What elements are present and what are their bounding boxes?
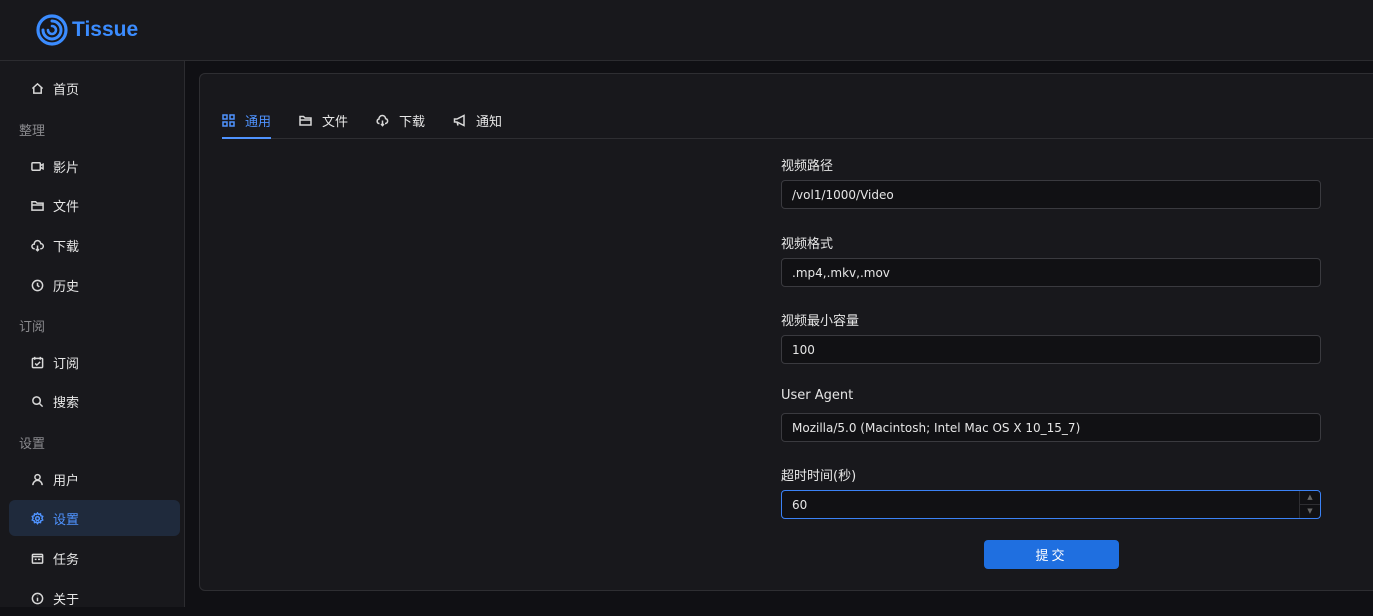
sidebar-group-label: 整理 (19, 124, 46, 139)
sidebar-item-files[interactable]: 文件 (9, 187, 180, 223)
stepper-up-icon[interactable]: ▲ (1300, 491, 1320, 505)
sidebar-item-tasks[interactable]: 任务 (9, 540, 180, 576)
tab-files[interactable]: 文件 (299, 102, 348, 138)
sidebar-group-label: 订阅 (19, 320, 46, 335)
tab-label: 文件 (322, 114, 349, 130)
settings-tabs: 通用 文件 下载 通知 (222, 102, 1373, 139)
sidebar: 首页 整理 影片 文件 下载 历史 订阅 订阅 搜索 设置 用户 设置 任务 关… (0, 61, 185, 608)
sidebar-item-videos[interactable]: 影片 (9, 148, 180, 184)
video-path-input[interactable]: /vol1/1000/Video (781, 180, 1321, 209)
sidebar-item-label: 文件 (53, 199, 80, 215)
tab-label: 通知 (476, 114, 503, 130)
app-name: Tissue (72, 18, 139, 41)
video-format-label: 视频格式 (781, 237, 834, 252)
video-path-label: 视频路径 (781, 159, 834, 174)
tab-notify[interactable]: 通知 (453, 102, 502, 138)
sidebar-item-history[interactable]: 历史 (9, 267, 180, 303)
active-tab-indicator (222, 137, 271, 139)
folder-icon (30, 198, 44, 212)
app-logo[interactable]: Tissue (35, 13, 138, 47)
search-icon (30, 394, 44, 408)
sidebar-item-subscribe[interactable]: 订阅 (9, 344, 180, 380)
submit-button[interactable]: 提交 (984, 540, 1119, 569)
top-header: Tissue (0, 0, 1373, 61)
sidebar-item-users[interactable]: 用户 (9, 461, 180, 497)
sidebar-item-label: 任务 (53, 552, 80, 568)
video-icon (30, 159, 44, 173)
video-min-size-input[interactable]: 100 (781, 335, 1321, 364)
stepper-down-icon[interactable]: ▼ (1300, 505, 1320, 518)
calendar-check-icon (30, 355, 44, 369)
cloud-download-icon (30, 238, 44, 252)
tab-general[interactable]: 通用 (222, 102, 272, 139)
timeout-input[interactable]: 60 ▲ ▼ (781, 490, 1321, 519)
timeout-value: 60 (792, 497, 808, 512)
tab-label: 通用 (245, 114, 272, 130)
sidebar-item-label: 搜索 (53, 395, 80, 411)
tab-label: 下载 (399, 114, 426, 130)
megaphone-icon (453, 113, 465, 127)
sidebar-item-label: 影片 (53, 160, 80, 176)
video-format-input[interactable]: .mp4,.mkv,.mov (781, 258, 1321, 287)
task-icon (30, 551, 44, 565)
settings-card: 通用 文件 下载 通知 视频路径 /vol1/1000/Video 视频格式 .… (199, 73, 1373, 591)
sidebar-item-downloads[interactable]: 下载 (9, 227, 180, 263)
user-agent-input[interactable]: Mozilla/5.0 (Macintosh; Intel Mac OS X 1… (781, 413, 1321, 442)
sidebar-group-label: 设置 (19, 437, 46, 452)
sidebar-item-about[interactable]: 关于 (9, 580, 180, 616)
history-icon (30, 278, 44, 292)
home-icon (30, 81, 44, 95)
video-min-size-label: 视频最小容量 (781, 314, 860, 329)
folder-icon (299, 115, 312, 126)
sidebar-item-search[interactable]: 搜索 (9, 383, 180, 419)
user-agent-label: User Agent (781, 388, 854, 403)
tab-downloads[interactable]: 下载 (376, 102, 425, 138)
sidebar-item-label: 下载 (53, 239, 80, 255)
sidebar-item-label: 用户 (53, 473, 80, 489)
info-icon (30, 591, 44, 605)
sidebar-item-label: 设置 (53, 512, 80, 528)
timeout-stepper[interactable]: ▲ ▼ (1299, 491, 1320, 518)
cloud-download-icon (376, 114, 389, 127)
sidebar-item-home[interactable]: 首页 (9, 70, 180, 106)
sidebar-item-label: 订阅 (53, 356, 80, 372)
sidebar-item-label: 历史 (53, 279, 80, 295)
sidebar-item-label: 首页 (53, 82, 80, 98)
tissue-logo-icon (36, 14, 68, 46)
sidebar-item-label: 关于 (53, 592, 80, 608)
sidebar-item-settings[interactable]: 设置 (9, 500, 180, 536)
gear-icon (30, 511, 44, 525)
user-icon (30, 472, 44, 486)
timeout-label: 超时时间(秒) (781, 469, 857, 484)
grid-icon (222, 113, 235, 127)
